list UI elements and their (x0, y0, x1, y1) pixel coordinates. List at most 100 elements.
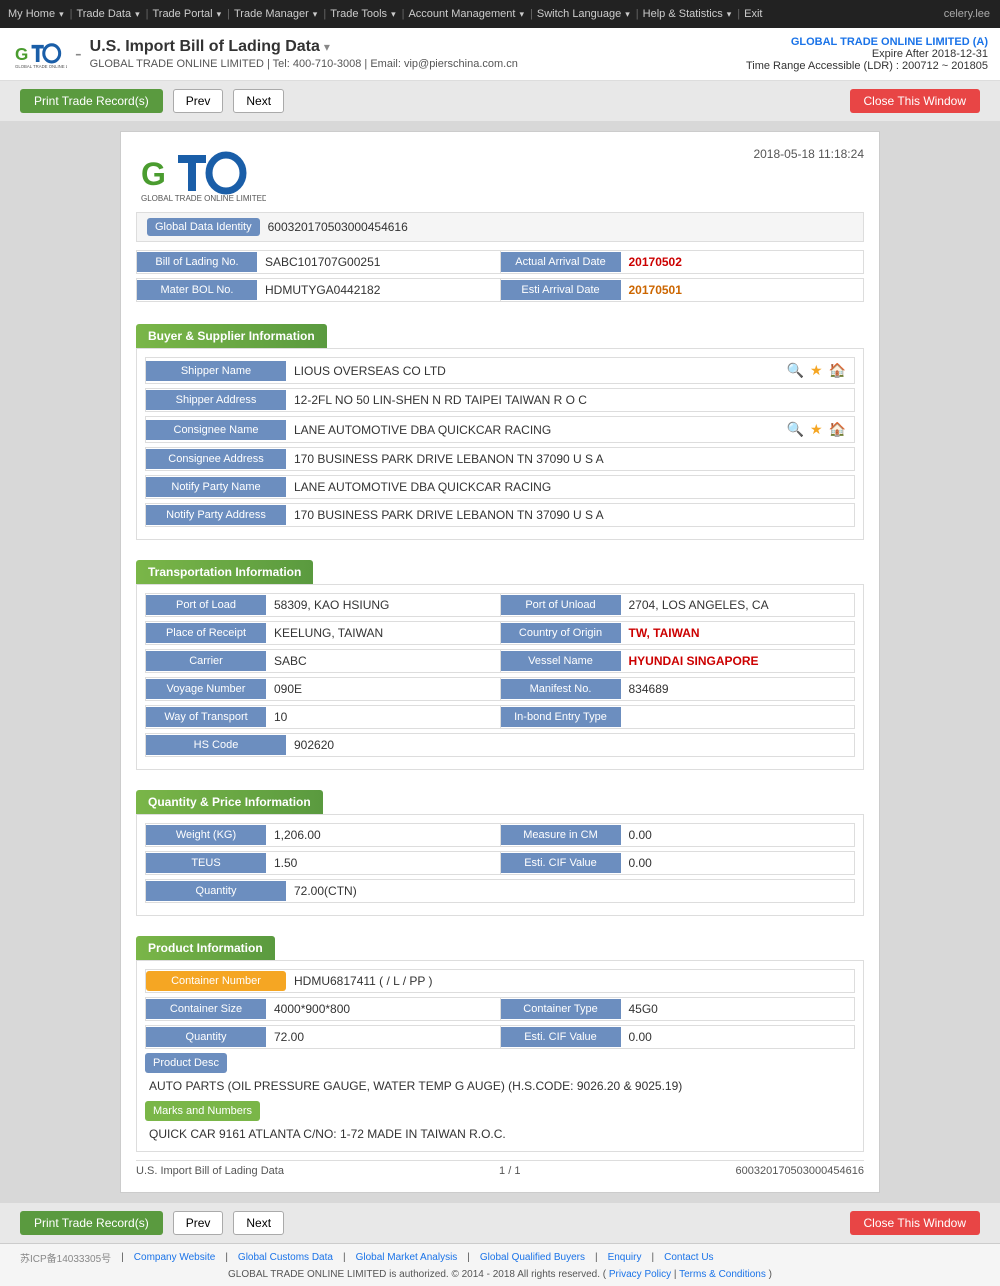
star-icon[interactable]: ★ (810, 421, 823, 438)
hs-code-row: HS Code 902620 (145, 733, 855, 757)
company-website-link[interactable]: Company Website (134, 1252, 216, 1263)
carrier-label: Carrier (146, 651, 266, 671)
carrier-row: Carrier SABC Vessel Name HYUNDAI SINGAPO… (145, 649, 855, 673)
product-cif-label: Esti. CIF Value (501, 1027, 621, 1047)
enquiry-link[interactable]: Enquiry (608, 1252, 642, 1263)
quantity-label: Quantity (146, 881, 286, 901)
title-arrow-icon[interactable]: ▾ (324, 40, 330, 54)
global-identity-label: Global Data Identity (147, 218, 260, 236)
ldr-range: Time Range Accessible (LDR) : 200712 ~ 2… (746, 60, 988, 72)
footer-record-id: 600320170503000454616 (736, 1165, 864, 1177)
nav-trade-portal[interactable]: Trade Portal ▾ (152, 8, 223, 20)
top-navigation: My Home ▾ | Trade Data ▾ | Trade Portal … (0, 0, 1000, 28)
chevron-down-icon: ▾ (727, 9, 732, 20)
nav-trade-manager[interactable]: Trade Manager ▾ (234, 8, 319, 20)
country-origin-group: Country of Origin TW, TAIWAN (501, 622, 855, 644)
inbond-label: In-bond Entry Type (501, 707, 621, 727)
buyer-supplier-body: Shipper Name LIOUS OVERSEAS CO LTD 🔍 ★ 🏠… (136, 348, 864, 540)
next-button-top[interactable]: Next (233, 89, 284, 113)
bol-group: Bill of Lading No. SABC101707G00251 (137, 251, 501, 273)
product-desc-section: Product Desc AUTO PARTS (OIL PRESSURE GA… (145, 1053, 855, 1095)
nav-trade-data[interactable]: Trade Data ▾ (76, 8, 141, 20)
container-number-label: Container Number (146, 971, 286, 991)
page-header: G GLOBAL TRADE ONLINE LIMITED - U.S. Imp… (0, 28, 1000, 81)
container-size-label: Container Size (146, 999, 266, 1019)
privacy-policy-link[interactable]: Privacy Policy (609, 1269, 671, 1280)
esti-cif-value: 0.00 (621, 852, 855, 874)
home-icon[interactable]: 🏠 (829, 362, 846, 379)
global-market-link[interactable]: Global Market Analysis (356, 1252, 458, 1263)
place-receipt-group: Place of Receipt KEELUNG, TAIWAN (146, 622, 501, 644)
shipper-name-value: LIOUS OVERSEAS CO LTD 🔍 ★ 🏠 (286, 358, 854, 383)
product-header: Product Information (136, 936, 275, 960)
product-cif-group: Esti. CIF Value 0.00 (501, 1026, 855, 1048)
measure-group: Measure in CM 0.00 (501, 824, 855, 846)
nav-help-statistics[interactable]: Help & Statistics ▾ (643, 8, 734, 20)
nav-switch-language[interactable]: Switch Language ▾ (537, 8, 632, 20)
bottom-action-bar: Print Trade Record(s) Prev Next Close Th… (0, 1203, 1000, 1243)
close-button-top[interactable]: Close This Window (850, 89, 980, 113)
search-icon[interactable]: 🔍 (787, 421, 804, 438)
hs-code-label: HS Code (146, 735, 286, 755)
place-receipt-label: Place of Receipt (146, 623, 266, 643)
qty-price-body: Weight (KG) 1,206.00 Measure in CM 0.00 … (136, 814, 864, 916)
page-title: U.S. Import Bill of Lading Data (90, 38, 320, 56)
nav-account-management[interactable]: Account Management ▾ (408, 8, 526, 20)
mater-bol-label: Mater BOL No. (137, 280, 257, 300)
consignee-name-row: Consignee Name LANE AUTOMOTIVE DBA QUICK… (145, 416, 855, 443)
hs-code-value: 902620 (286, 734, 854, 756)
marks-section: Marks and Numbers QUICK CAR 9161 ATLANTA… (145, 1095, 855, 1143)
product-qty-group: Quantity 72.00 (146, 1026, 501, 1048)
port-load-label: Port of Load (146, 595, 266, 615)
place-receipt-value: KEELUNG, TAIWAN (266, 622, 500, 644)
close-button-bottom[interactable]: Close This Window (850, 1211, 980, 1235)
bottom-footer: 苏ICP备14033305号 | Company Website | Globa… (0, 1243, 1000, 1286)
product-body: Container Number HDMU6817411 ( / L / PP … (136, 960, 864, 1152)
mater-bol-group: Mater BOL No. HDMUTYGA0442182 (137, 279, 501, 301)
logo-area: G GLOBAL TRADE ONLINE LIMITED (12, 34, 67, 74)
container-size-value: 4000*900*800 (266, 998, 500, 1020)
contact-us-link[interactable]: Contact Us (664, 1252, 713, 1263)
prev-button-bottom[interactable]: Prev (173, 1211, 224, 1235)
marks-value: QUICK CAR 9161 ATLANTA C/NO: 1-72 MADE I… (145, 1125, 855, 1143)
consignee-address-label: Consignee Address (146, 449, 286, 469)
shipper-address-label: Shipper Address (146, 390, 286, 410)
global-identity-value: 600320170503000454616 (268, 220, 408, 234)
page-info: U.S. Import Bill of Lading Data 1 / 1 60… (136, 1160, 864, 1177)
print-button-bottom[interactable]: Print Trade Record(s) (20, 1211, 163, 1235)
teus-group: TEUS 1.50 (146, 852, 501, 874)
nav-trade-tools[interactable]: Trade Tools ▾ (330, 8, 397, 20)
inbond-group: In-bond Entry Type (501, 706, 855, 728)
transport-value: 10 (266, 706, 500, 728)
terms-conditions-link[interactable]: Terms & Conditions (679, 1269, 766, 1280)
port-unload-group: Port of Unload 2704, LOS ANGELES, CA (501, 594, 855, 616)
user-label: celery.lee (944, 8, 990, 20)
record-card: G GLOBAL TRADE ONLINE LIMITED 2018-05-18… (120, 131, 880, 1193)
global-customs-link[interactable]: Global Customs Data (238, 1252, 333, 1263)
consignee-address-value: 170 BUSINESS PARK DRIVE LEBANON TN 37090… (286, 448, 854, 470)
global-qualified-link[interactable]: Global Qualified Buyers (480, 1252, 585, 1263)
country-origin-value: TW, TAIWAN (621, 622, 855, 644)
next-button-bottom[interactable]: Next (233, 1211, 284, 1235)
container-type-label: Container Type (501, 999, 621, 1019)
nav-my-home[interactable]: My Home ▾ (8, 8, 66, 20)
actual-arrival-label: Actual Arrival Date (501, 252, 621, 272)
footer-separator-2: | (225, 1252, 228, 1263)
container-size-group: Container Size 4000*900*800 (146, 998, 501, 1020)
home-icon[interactable]: 🏠 (829, 421, 846, 438)
gto-logo-icon: G GLOBAL TRADE ONLINE LIMITED (12, 34, 67, 74)
port-unload-value: 2704, LOS ANGELES, CA (621, 594, 855, 616)
print-button-top[interactable]: Print Trade Record(s) (20, 89, 163, 113)
header-right-info: GLOBAL TRADE ONLINE LIMITED (A) Expire A… (746, 36, 988, 72)
footer-page-number: 1 / 1 (499, 1165, 520, 1177)
prev-button-top[interactable]: Prev (173, 89, 224, 113)
chevron-down-icon: ▾ (59, 9, 64, 20)
nav-exit[interactable]: Exit (744, 8, 764, 20)
search-icon[interactable]: 🔍 (787, 362, 804, 379)
star-icon[interactable]: ★ (810, 362, 823, 379)
consignee-name-label: Consignee Name (146, 420, 286, 440)
carrier-group: Carrier SABC (146, 650, 501, 672)
port-load-group: Port of Load 58309, KAO HSIUNG (146, 594, 501, 616)
country-origin-label: Country of Origin (501, 623, 621, 643)
notify-party-name-label: Notify Party Name (146, 477, 286, 497)
